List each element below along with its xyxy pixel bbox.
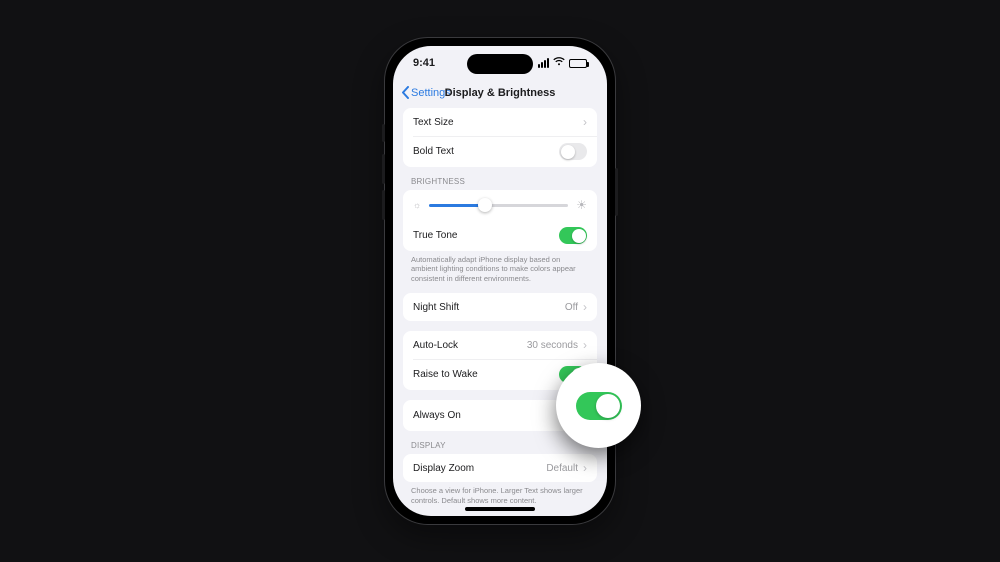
always-on-callout — [556, 363, 641, 448]
true-tone-label: True Tone — [413, 230, 457, 241]
bold-text-toggle[interactable] — [559, 143, 587, 160]
sun-min-icon: ☼ — [413, 201, 421, 210]
display-header: DISPLAY — [403, 441, 597, 454]
status-time: 9:41 — [413, 57, 435, 69]
raise-to-wake-label: Raise to Wake — [413, 369, 478, 380]
chevron-right-icon: › — [583, 462, 587, 474]
mute-switch — [382, 124, 385, 142]
auto-lock-value: 30 seconds — [527, 340, 578, 351]
screen: 9:41 Settings Display — [393, 46, 607, 516]
cellular-icon — [538, 58, 549, 68]
dynamic-island — [467, 54, 533, 74]
display-zoom-footer: Choose a view for iPhone. Larger Text sh… — [403, 482, 597, 505]
side-button — [615, 168, 618, 216]
volume-up-button — [382, 154, 385, 184]
night-shift-row[interactable]: Night Shift Off › — [403, 293, 597, 321]
phone-frame: 9:41 Settings Display — [384, 37, 616, 525]
volume-down-button — [382, 190, 385, 220]
display-zoom-row[interactable]: Display Zoom Default › — [403, 454, 597, 482]
night-shift-label: Night Shift — [413, 302, 459, 313]
chevron-right-icon: › — [583, 339, 587, 351]
brightness-slider[interactable]: ☼ ☀ — [403, 190, 597, 220]
display-zoom-label: Display Zoom — [413, 463, 474, 474]
home-indicator — [465, 507, 535, 511]
wifi-icon — [553, 57, 565, 69]
true-tone-footer: Automatically adapt iPhone display based… — [403, 251, 597, 283]
true-tone-row[interactable]: True Tone — [403, 220, 597, 251]
always-on-toggle-zoomed — [576, 392, 622, 420]
chevron-right-icon: › — [583, 116, 587, 128]
always-on-label: Always On — [413, 410, 461, 421]
text-size-label: Text Size — [413, 117, 454, 128]
text-size-row[interactable]: Text Size › — [403, 108, 597, 136]
auto-lock-label: Auto-Lock — [413, 340, 458, 351]
battery-icon — [569, 59, 587, 68]
chevron-right-icon: › — [583, 301, 587, 313]
display-zoom-value: Default — [546, 463, 578, 474]
bold-text-row[interactable]: Bold Text — [403, 136, 597, 167]
nav-bar: Settings Display & Brightness — [393, 80, 607, 106]
auto-lock-row[interactable]: Auto-Lock 30 seconds › — [403, 331, 597, 359]
true-tone-toggle[interactable] — [559, 227, 587, 244]
bold-text-label: Bold Text — [413, 146, 454, 157]
page-title: Display & Brightness — [393, 87, 607, 99]
night-shift-value: Off — [565, 302, 578, 313]
settings-content: Text Size › Bold Text BRIGHTNESS ☼ — [393, 106, 607, 516]
brightness-thumb[interactable] — [478, 198, 492, 212]
brightness-header: BRIGHTNESS — [403, 177, 597, 190]
sun-max-icon: ☀ — [576, 199, 587, 211]
